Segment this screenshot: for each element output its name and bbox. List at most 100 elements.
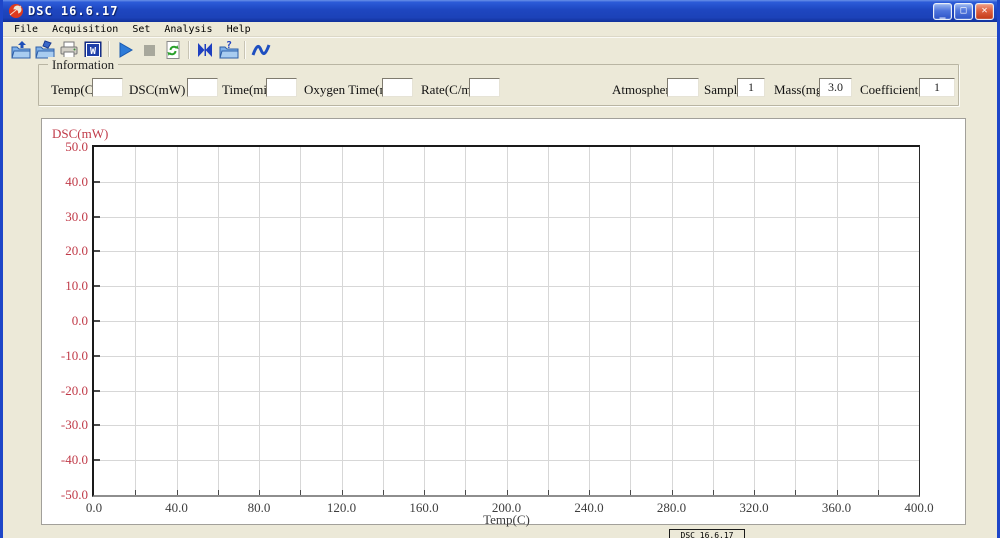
coefficient-field[interactable] xyxy=(919,78,955,97)
x-axis-tick xyxy=(259,490,260,495)
y-tick-label: -20.0 xyxy=(44,383,88,399)
svg-text:W: W xyxy=(90,46,97,57)
x-axis-tick xyxy=(878,490,879,495)
menu-acquisition[interactable]: Acquisition xyxy=(45,24,125,35)
x-axis-tick xyxy=(383,490,384,495)
x-axis-tick xyxy=(424,490,425,495)
y-axis-tick xyxy=(94,390,100,392)
y-axis-tick xyxy=(94,320,100,322)
x-axis-tick xyxy=(218,490,219,495)
window-title: DSC 16.6.17 xyxy=(28,4,933,18)
x-tick-label: 400.0 xyxy=(904,500,933,516)
y-tick-label: -30.0 xyxy=(44,417,88,433)
x-tick-label: 320.0 xyxy=(739,500,768,516)
plot-area[interactable] xyxy=(92,145,920,497)
toolbar: W xyxy=(3,37,997,62)
open-file-icon[interactable] xyxy=(9,39,33,61)
maximize-button[interactable]: □ xyxy=(954,3,973,20)
svg-text:?: ? xyxy=(226,40,232,51)
x-tick-label: 40.0 xyxy=(165,500,188,516)
gridline-horizontal xyxy=(94,251,919,252)
x-tick-label: 200.0 xyxy=(492,500,521,516)
temp-field[interactable] xyxy=(92,78,123,97)
analysis-icon[interactable] xyxy=(193,39,217,61)
x-axis-tick xyxy=(589,490,590,495)
toolbar-separator xyxy=(244,41,246,59)
x-axis-tick xyxy=(795,490,796,495)
x-axis-tick xyxy=(300,490,301,495)
temp-label: Temp(C) xyxy=(51,82,98,98)
y-axis-tick xyxy=(94,285,100,287)
y-tick-label: 50.0 xyxy=(44,139,88,155)
taskbar-button[interactable]: DSC 16.6.17 xyxy=(669,529,745,538)
x-axis-tick xyxy=(672,490,673,495)
x-axis-tick xyxy=(465,490,466,495)
coefficient-label: Coefficient xyxy=(860,82,918,98)
gridline-horizontal xyxy=(94,321,919,322)
sample-field[interactable] xyxy=(737,78,765,97)
minimize-button[interactable]: _ xyxy=(933,3,952,20)
x-axis-tick xyxy=(342,490,343,495)
atmosphere-field[interactable] xyxy=(667,78,699,97)
y-tick-label: 30.0 xyxy=(44,209,88,225)
gridline-horizontal xyxy=(94,391,919,392)
y-axis-tick xyxy=(94,216,100,218)
gridline-horizontal xyxy=(94,356,919,357)
chart-panel: DSC(mW) Temp(C) 0.040.080.0120.0160.0200… xyxy=(41,118,966,525)
y-axis-tick xyxy=(94,250,100,252)
rate-field[interactable] xyxy=(469,78,500,97)
x-axis-tick xyxy=(548,490,549,495)
oxygen-time-field[interactable] xyxy=(382,78,413,97)
information-panel: Information Temp(C) DSC(mW) Time(min) Ox… xyxy=(38,64,959,106)
x-tick-label: 360.0 xyxy=(822,500,851,516)
menu-set[interactable]: Set xyxy=(125,24,157,35)
menu-analysis[interactable]: Analysis xyxy=(157,24,219,35)
dsc-label: DSC(mW) xyxy=(129,82,185,98)
mass-field[interactable] xyxy=(819,78,852,97)
y-tick-label: 40.0 xyxy=(44,174,88,190)
dsc-field[interactable] xyxy=(187,78,218,97)
y-axis-tick xyxy=(94,355,100,357)
y-tick-label: -50.0 xyxy=(44,487,88,503)
gridline-horizontal xyxy=(94,286,919,287)
show-curve-icon[interactable] xyxy=(249,39,273,61)
title-bar[interactable]: DSC 16.6.17 _ □ ✕ xyxy=(3,0,997,22)
information-panel-label: Information xyxy=(48,57,118,73)
atmosphere-label: Atmosphere xyxy=(612,82,676,98)
x-axis-tick xyxy=(135,490,136,495)
x-axis-tick xyxy=(507,490,508,495)
y-axis-tick xyxy=(94,459,100,461)
refresh-data-icon[interactable] xyxy=(161,39,185,61)
y-tick-label: -10.0 xyxy=(44,348,88,364)
x-tick-label: 80.0 xyxy=(248,500,271,516)
app-logo-icon[interactable] xyxy=(8,3,24,19)
x-axis-tick xyxy=(837,490,838,495)
x-tick-label: 160.0 xyxy=(409,500,438,516)
gridline-horizontal xyxy=(94,460,919,461)
y-axis-tick xyxy=(94,424,100,426)
x-tick-label: 120.0 xyxy=(327,500,356,516)
y-axis-tick xyxy=(94,181,100,183)
close-button[interactable]: ✕ xyxy=(975,3,994,20)
y-tick-label: 10.0 xyxy=(44,278,88,294)
time-field[interactable] xyxy=(266,78,297,97)
x-axis-tick xyxy=(630,490,631,495)
x-tick-label: 0.0 xyxy=(86,500,102,516)
y-tick-label: 0.0 xyxy=(44,313,88,329)
x-tick-label: 240.0 xyxy=(574,500,603,516)
stop-acquisition-icon[interactable] xyxy=(137,39,161,61)
menu-help[interactable]: Help xyxy=(220,24,258,35)
gridline-horizontal xyxy=(94,217,919,218)
menu-bar: File Acquisition Set Analysis Help xyxy=(3,22,997,37)
open-help-folder-icon[interactable]: ? xyxy=(217,39,241,61)
y-tick-label: 20.0 xyxy=(44,243,88,259)
menu-file[interactable]: File xyxy=(7,24,45,35)
y-tick-label: -40.0 xyxy=(44,452,88,468)
app-window: DSC 16.6.17 _ □ ✕ File Acquisition Set A… xyxy=(0,0,1000,538)
x-axis-tick xyxy=(177,490,178,495)
x-tick-label: 280.0 xyxy=(657,500,686,516)
gridline-horizontal xyxy=(94,425,919,426)
x-axis-tick xyxy=(713,490,714,495)
x-axis-tick xyxy=(754,490,755,495)
gridline-horizontal xyxy=(94,182,919,183)
